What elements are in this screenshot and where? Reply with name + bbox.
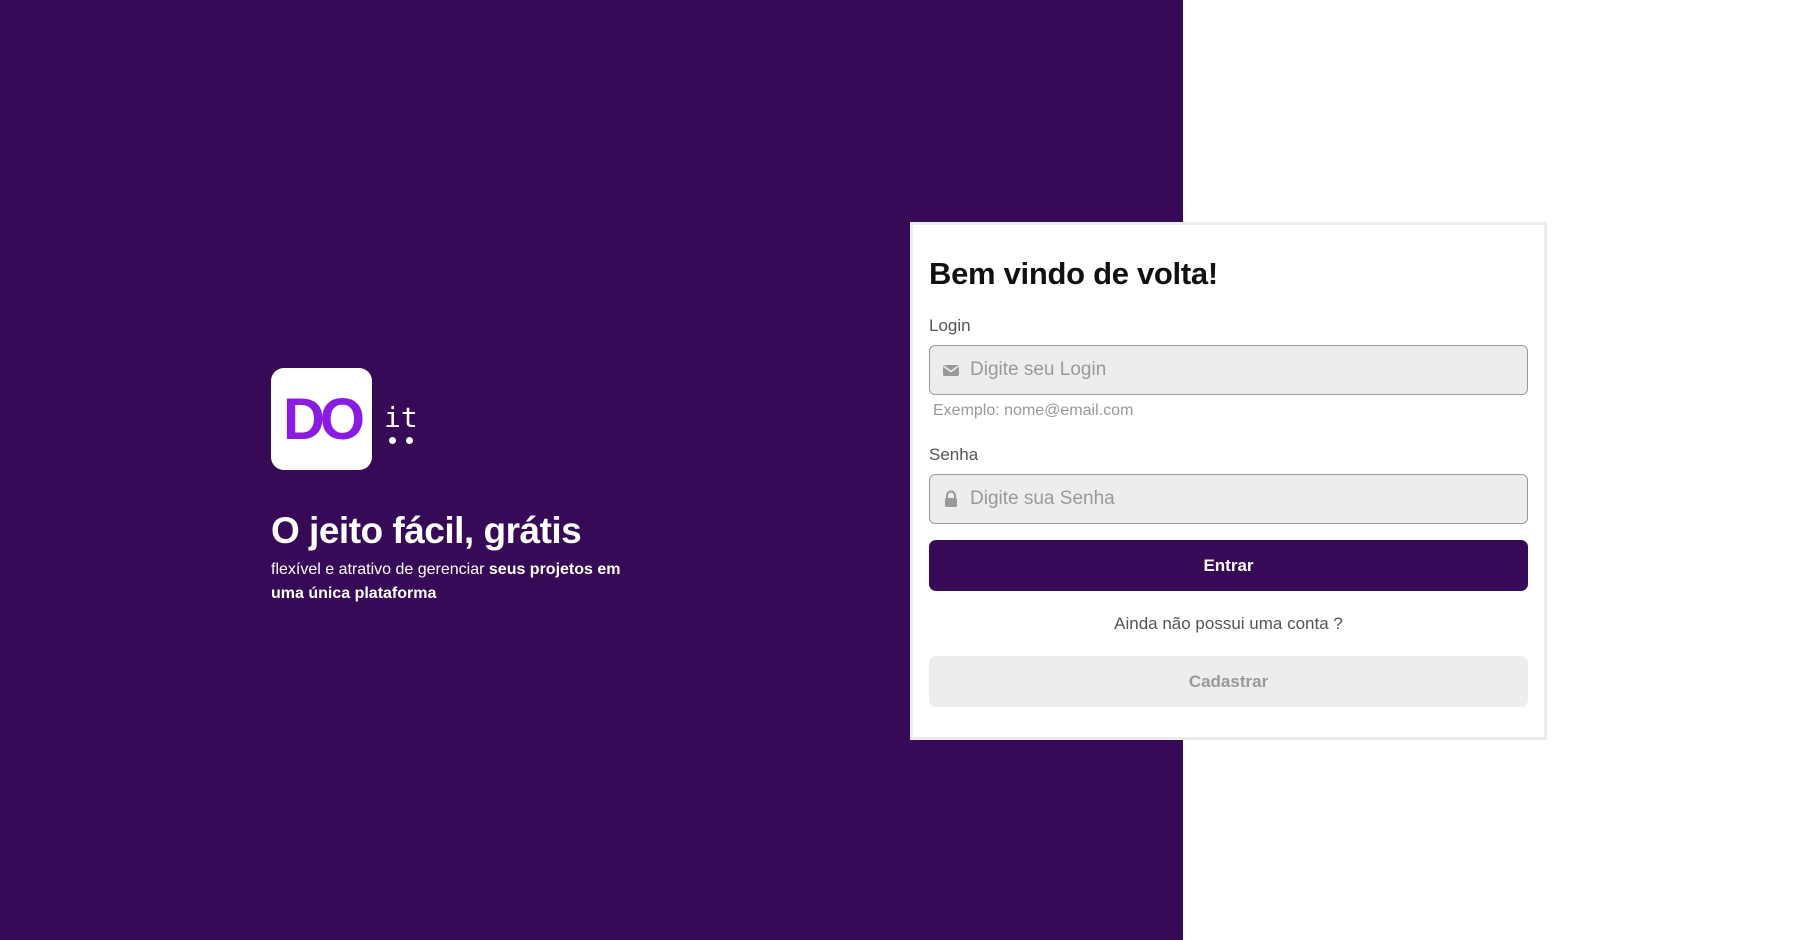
logo-dot [406, 437, 413, 444]
login-label: Login [929, 316, 971, 335]
logo-dot [389, 437, 396, 444]
tagline: O jeito fácil, grátis [271, 510, 582, 551]
login-button[interactable]: Entrar [929, 540, 1528, 591]
logo-dots [389, 437, 413, 444]
login-hint: Exemplo: nome@email.com [933, 402, 1134, 419]
signup-button[interactable]: Cadastrar [929, 656, 1528, 707]
lock-icon [945, 490, 957, 507]
subtitle: flexível e atrativo de gerenciar seus pr… [271, 558, 631, 606]
logo: DO it [271, 368, 831, 470]
brand-block: DO it O jeito fácil, grátis flexível e a… [271, 368, 831, 606]
envelope-icon [943, 365, 959, 376]
logo-suffix-text: it [384, 401, 418, 434]
subtitle-plain: flexível e atrativo de gerenciar [271, 561, 489, 578]
login-input[interactable] [930, 345, 1527, 395]
login-field-wrapper [929, 345, 1528, 395]
login-card: Bem vindo de volta! Login Exemplo: nome@… [910, 222, 1547, 740]
logo-main-text: DO [283, 386, 365, 452]
logo-suffix: it [384, 401, 418, 444]
password-input[interactable] [930, 474, 1527, 524]
password-label: Senha [929, 445, 979, 464]
signup-prompt: Ainda não possui uma conta ? [1114, 614, 1343, 633]
password-field-wrapper [929, 474, 1528, 524]
login-title: Bem vindo de volta! [929, 256, 1218, 291]
login-page: DO it O jeito fácil, grátis flexível e a… [0, 0, 1805, 940]
logo-box: DO [271, 368, 372, 470]
